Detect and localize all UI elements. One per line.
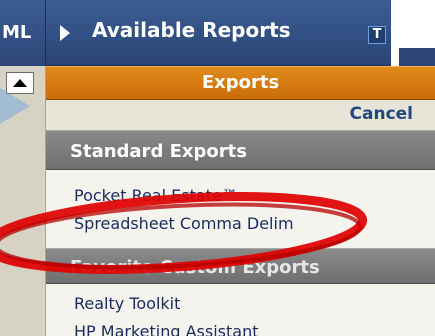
favorite-custom-exports-title: Favorite Custom Exports — [70, 257, 320, 278]
chevron-up-icon — [13, 79, 27, 87]
ml-label: ML — [2, 22, 32, 43]
exports-title: Exports — [201, 72, 280, 93]
t-icon[interactable]: T — [368, 26, 386, 44]
standard-exports-title: Standard Exports — [70, 141, 247, 162]
header-right-gap — [391, 0, 435, 66]
play-triangle-icon[interactable] — [60, 25, 70, 41]
pointer-arrow-icon — [0, 88, 30, 124]
available-reports-title[interactable]: Available Reports — [92, 18, 291, 42]
header-right-bar — [399, 48, 435, 66]
standard-exports-header: Standard Exports — [46, 130, 435, 170]
cancel-link[interactable]: Cancel — [350, 104, 413, 124]
left-panel-header: ML — [0, 0, 46, 66]
export-item-pocket-real-estate[interactable]: Pocket Real Estate™ — [74, 186, 238, 205]
exports-list: Pocket Real Estate™ Spreadsheet Comma De… — [46, 170, 435, 336]
export-item-spreadsheet-comma-delim[interactable]: Spreadsheet Comma Delim — [74, 214, 294, 233]
exports-header: Exports — [46, 66, 435, 100]
export-item-hp-marketing-assistant[interactable]: HP Marketing Assistant — [74, 322, 258, 336]
favorite-custom-exports-header: Favorite Custom Exports — [46, 248, 435, 284]
cancel-row: Cancel — [46, 100, 435, 130]
reports-window: ML Available Reports T Exports Cancel St… — [0, 0, 435, 336]
available-reports-header[interactable]: Available Reports T — [46, 0, 391, 66]
export-item-realty-toolkit[interactable]: Realty Toolkit — [74, 294, 180, 313]
